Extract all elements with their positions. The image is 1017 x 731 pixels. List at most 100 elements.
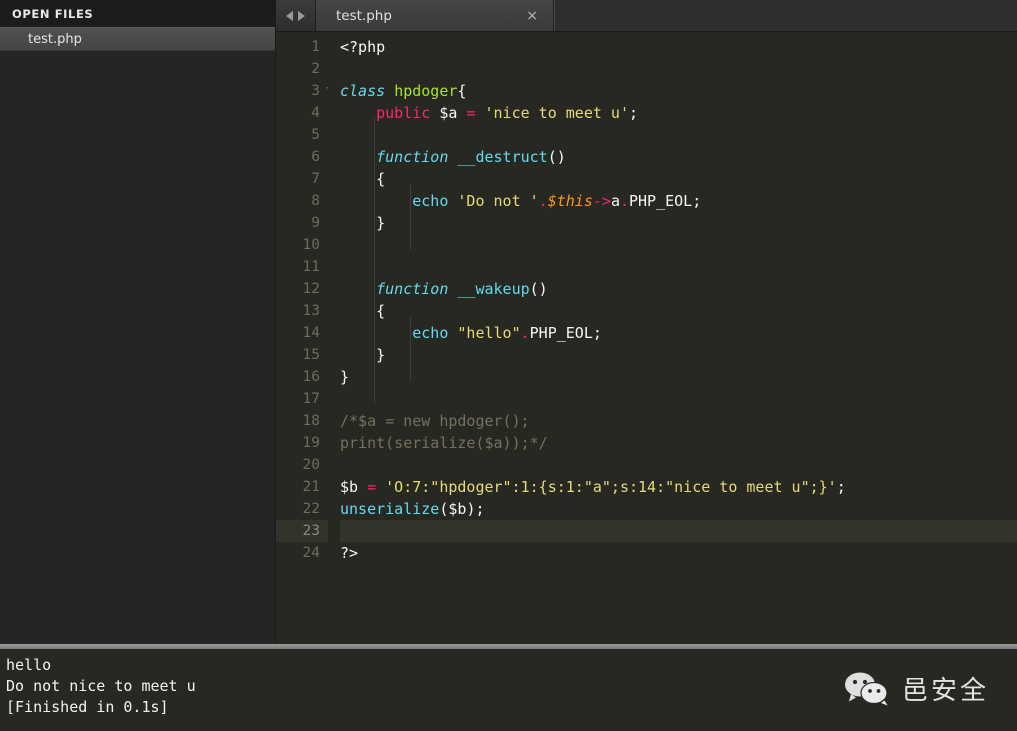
code-token: = <box>367 478 377 496</box>
code-token: } <box>340 346 386 364</box>
code-line: ?> <box>340 542 1017 564</box>
line-number: 17 <box>302 391 320 407</box>
code-token: ; <box>629 104 639 122</box>
code-token: /*$a = new hpdoger(); <box>340 412 530 430</box>
line-number: 20 <box>302 457 320 473</box>
sidebar-item-label: test.php <box>28 31 82 47</box>
line-number: 14 <box>302 325 320 341</box>
line-number: 19 <box>302 435 320 451</box>
code-line: public $a = 'nice to meet u'; <box>340 102 1017 124</box>
code-token: print(serialize($a));*/ <box>340 434 548 452</box>
line-number: 11 <box>302 259 320 275</box>
tab-bar-empty-space <box>554 0 1017 31</box>
code-token: ?> <box>340 544 359 562</box>
sidebar-header: OPEN FILES <box>0 0 275 27</box>
code-token: ); <box>466 500 485 518</box>
code-token: function <box>376 280 458 298</box>
code-line: function __destruct() <box>340 146 1017 168</box>
tab-bar: test.php × <box>276 0 1017 32</box>
line-number: 23 <box>276 520 328 542</box>
code-line: function __wakeup() <box>340 278 1017 300</box>
code-token: class <box>340 82 395 100</box>
code-area: 1 2 3 4 5 6 7 8 9 10 11 12 13 14 15 16 17 18 19 20 21 22 23 24 … <box>276 32 1017 644</box>
code-token: hpdoger <box>394 82 458 100</box>
code-token: "hello" <box>457 324 521 342</box>
editor-pane: test.php × 1 2 3 4 5 6 7 8 9 10 11 12 13 14 15 16 17 18 19… <box>276 0 1017 644</box>
code-token: <?php <box>340 38 386 56</box>
code-token: . <box>538 192 548 210</box>
code-token: PHP_EOL <box>529 324 593 342</box>
line-number: 12 <box>302 281 320 297</box>
code-token: () <box>529 280 548 298</box>
watermark-text: 邑安全 <box>901 676 989 706</box>
code-token: ; <box>836 478 846 496</box>
line-number: 8 <box>311 193 320 209</box>
code-token: () <box>547 148 566 166</box>
code-line: class hpdoger{ <box>340 80 1017 102</box>
line-number: 7 <box>311 171 320 187</box>
code-token: echo <box>412 324 449 342</box>
sidebar-empty-area <box>0 51 275 644</box>
code-token: . <box>520 324 530 342</box>
line-number: 5 <box>311 127 320 143</box>
code-token: $a <box>439 104 458 122</box>
sublime-text-window: OPEN FILES test.php test.php × 1 2 3 4 5… <box>0 0 1017 731</box>
line-number: 24 <box>302 545 320 561</box>
code-line: print(serialize($a));*/ <box>340 432 1017 454</box>
code-token: { <box>340 170 386 188</box>
code-token: a <box>610 192 620 210</box>
code-token: 'Do not ' <box>457 192 539 210</box>
line-number: 21 <box>302 479 320 495</box>
line-number: 1 <box>311 39 320 55</box>
code-token: . <box>619 192 629 210</box>
sidebar-item-test-php[interactable]: test.php <box>0 27 275 51</box>
line-number: 13 <box>302 303 320 319</box>
code-token: 'O:7:"hpdoger":1:{s:1:"a";s:14:"nice to … <box>385 478 837 496</box>
code-line: } <box>340 366 1017 388</box>
code-token: { <box>457 82 467 100</box>
code-line: $b = 'O:7:"hpdoger":1:{s:1:"a";s:14:"nic… <box>340 476 1017 498</box>
editor-region: OPEN FILES test.php test.php × 1 2 3 4 5… <box>0 0 1017 644</box>
watermark: 邑安全 <box>844 670 989 707</box>
code-token: 'nice to meet u' <box>484 104 630 122</box>
code-token: ; <box>592 324 602 342</box>
line-number: 16 <box>302 369 320 385</box>
code-token: PHP_EOL <box>629 192 693 210</box>
code-line <box>340 520 1017 542</box>
line-number: 2 <box>311 61 320 77</box>
line-number-gutter: 1 2 3 4 5 6 7 8 9 10 11 12 13 14 15 16 17 18 19 20 21 22 23 24 <box>276 36 336 644</box>
line-number: 15 <box>302 347 320 363</box>
arrow-right-icon[interactable] <box>298 10 305 21</box>
code-token: __destruct <box>457 148 548 166</box>
tab-test-php[interactable]: test.php × <box>316 0 554 31</box>
code-token: { <box>340 302 386 320</box>
code-line: } <box>340 212 1017 234</box>
line-number: 9 <box>311 215 320 231</box>
code-token: $this <box>547 192 593 210</box>
code-line: { <box>340 168 1017 190</box>
code-editor[interactable]: <?php class hpdoger{ public $a = 'nice t… <box>328 36 1017 644</box>
line-number: 4 <box>311 105 320 121</box>
line-number: 22 <box>302 501 320 517</box>
close-icon[interactable]: × <box>523 7 541 25</box>
line-number: 10 <box>302 237 320 253</box>
code-token: echo <box>412 192 449 210</box>
arrow-left-icon[interactable] <box>286 10 293 21</box>
sidebar: OPEN FILES test.php <box>0 0 276 644</box>
tab-label: test.php <box>336 7 392 24</box>
code-token: $b <box>340 478 359 496</box>
code-line: echo "hello".PHP_EOL; <box>340 322 1017 344</box>
tab-nav-arrows[interactable] <box>276 0 316 31</box>
code-token: } <box>340 368 350 386</box>
